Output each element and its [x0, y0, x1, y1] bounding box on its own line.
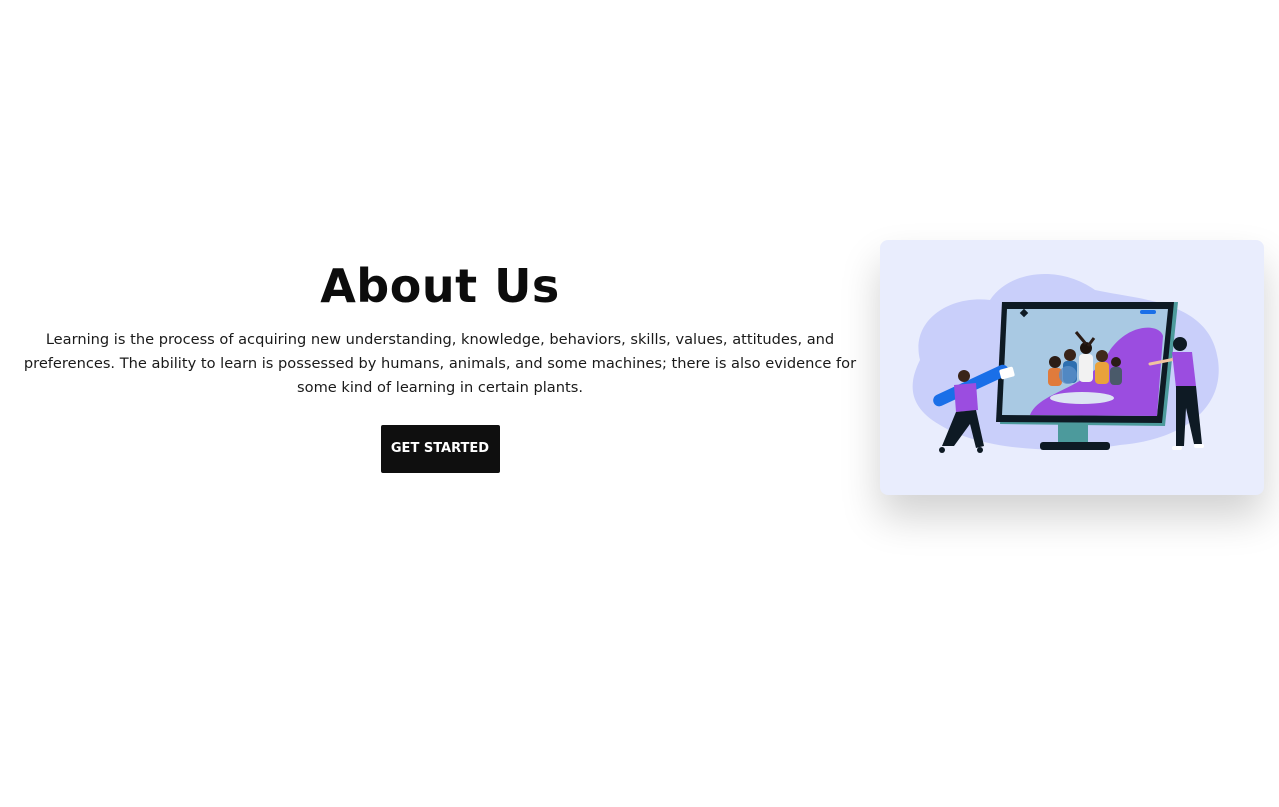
- about-text-column: About Us Learning is the process of acqu…: [0, 250, 880, 473]
- people-base: [1050, 392, 1114, 404]
- person-body: [1110, 367, 1122, 385]
- person-head: [1111, 357, 1121, 367]
- illustration-card: [880, 240, 1264, 495]
- right-person-shoe: [1194, 444, 1204, 448]
- get-started-button[interactable]: GET STARTED: [380, 425, 500, 473]
- monitor-base: [1040, 442, 1110, 450]
- right-person-shoe: [1172, 446, 1182, 450]
- right-person-body: [1172, 352, 1196, 388]
- right-person-head: [1173, 337, 1187, 351]
- person-body: [1079, 354, 1093, 382]
- about-section: About Us Learning is the process of acqu…: [0, 0, 1279, 807]
- globe-icon: [1059, 366, 1077, 384]
- person-head: [1064, 349, 1076, 361]
- page-title: About Us: [320, 259, 560, 313]
- left-person-foot: [939, 447, 945, 453]
- about-description: Learning is the process of acquiring new…: [23, 331, 857, 396]
- screen-indicator: [1140, 310, 1156, 314]
- left-person-foot: [977, 447, 983, 453]
- left-person-head: [958, 370, 970, 382]
- person-head: [1049, 356, 1061, 368]
- person-head: [1096, 350, 1108, 362]
- person-body: [1095, 362, 1109, 384]
- left-person-body: [954, 383, 978, 412]
- online-learning-illustration: [912, 273, 1219, 453]
